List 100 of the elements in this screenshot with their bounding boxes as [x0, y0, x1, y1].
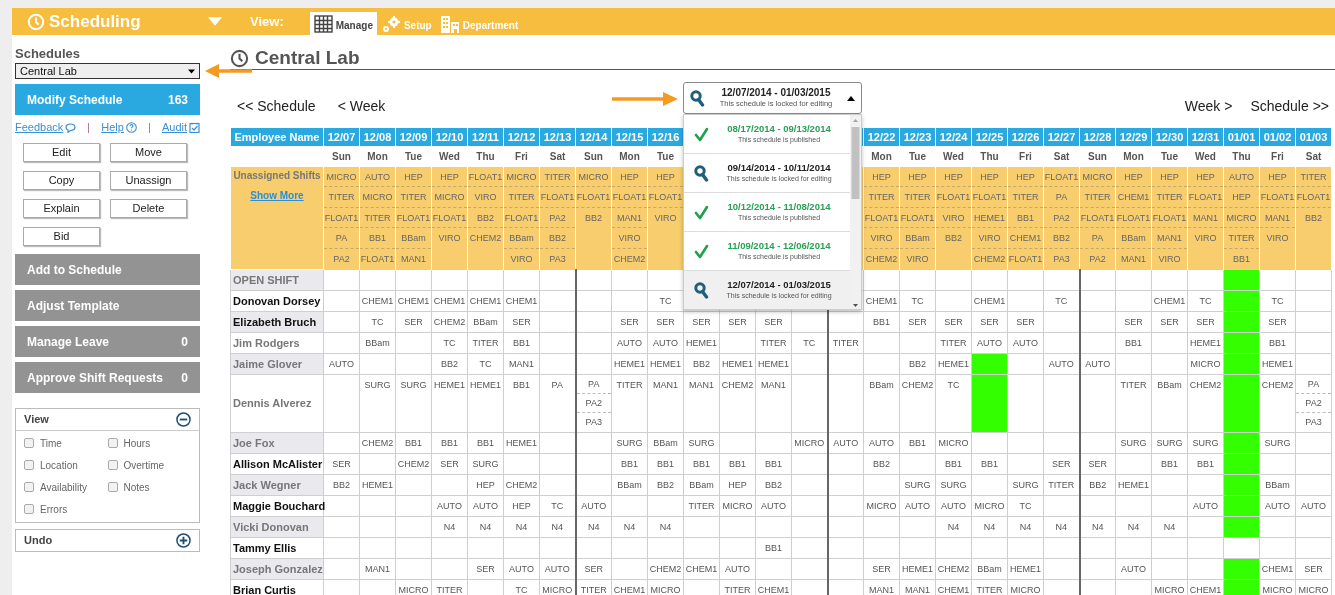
shift-cell[interactable]: SER — [863, 558, 900, 580]
shift-cell[interactable]: TC — [935, 374, 972, 433]
nav-link[interactable]: Schedule >> — [1250, 96, 1329, 112]
shift-cell[interactable]: SER — [431, 453, 468, 475]
shift-cell[interactable]: BB1 — [1259, 332, 1296, 354]
shift-cell[interactable]: SURG — [1187, 432, 1224, 454]
shift-entry[interactable]: VIRO — [432, 228, 467, 249]
shift-cell[interactable]: BB1 — [647, 453, 684, 475]
shift-entry[interactable]: FLOAT1 — [468, 166, 503, 187]
shift-cell[interactable]: SER — [1079, 453, 1116, 475]
shift-cell[interactable]: TITER — [935, 332, 972, 354]
shift-entry[interactable]: VIRO — [900, 248, 935, 269]
shift-entry[interactable]: VIRO — [504, 248, 539, 269]
shift-cell[interactable]: SER — [395, 311, 432, 333]
shift-cell[interactable]: HEME1 — [611, 353, 648, 375]
shift-entry[interactable]: TITER — [360, 207, 395, 228]
shift-entry[interactable]: HEP — [1008, 166, 1043, 187]
shift-entry[interactable]: TITER — [504, 187, 539, 208]
action-button[interactable]: Bid — [23, 227, 100, 246]
shift-entry[interactable]: PA3 — [1044, 248, 1079, 269]
shift-cell[interactable]: AUTO — [1187, 495, 1224, 517]
shift-entry[interactable]: PA — [1296, 375, 1331, 394]
shift-entry[interactable]: HEP — [1188, 166, 1223, 187]
checkbox[interactable] — [107, 438, 118, 448]
employee-name[interactable]: Dennis Alverez — [230, 374, 324, 433]
shift-cell[interactable]: BB2 — [863, 453, 900, 475]
shift-entry[interactable]: FLOAT1 — [936, 187, 971, 208]
shift-entry[interactable]: MAN1 — [612, 207, 647, 228]
shift-entry[interactable]: HEP — [396, 166, 431, 187]
action-button[interactable]: Explain — [23, 199, 100, 218]
shift-cell[interactable]: SER — [971, 311, 1008, 333]
shift-entry[interactable]: BB2 — [540, 228, 575, 249]
shift-cell[interactable]: AUTO — [863, 432, 900, 454]
employee-name[interactable]: Joseph Gonzalez — [230, 558, 324, 580]
shift-cell[interactable]: BBam — [1259, 474, 1296, 496]
shift-cell[interactable]: MAN1 — [647, 374, 684, 433]
shift-cell[interactable]: BB1 — [719, 453, 756, 475]
shift-cell[interactable]: BB1 — [503, 332, 540, 354]
shift-entry[interactable]: MAN1 — [396, 248, 431, 269]
shift-cell[interactable]: AUTO — [899, 495, 936, 517]
shift-cell[interactable]: CHEM1 — [863, 290, 900, 312]
shift-cell[interactable]: SURG — [1115, 432, 1152, 454]
shift-cell[interactable]: BB1 — [863, 311, 900, 333]
shift-entry[interactable]: PA2 — [324, 248, 359, 269]
shift-entry[interactable]: FLOAT1 — [576, 187, 611, 208]
shift-cell[interactable]: CHEM2 — [647, 558, 684, 580]
shift-cell[interactable]: SURG — [935, 474, 972, 496]
footer-link[interactable]: Audit — [161, 119, 200, 136]
shift-entry[interactable]: TITER — [1296, 166, 1331, 187]
shift-cell[interactable]: N4 — [503, 516, 540, 538]
shift-entry[interactable]: TITER — [1224, 228, 1259, 249]
checkbox[interactable] — [24, 460, 34, 470]
shift-entry[interactable]: MAN1 — [1116, 248, 1151, 269]
shift-cell[interactable]: AUTO — [1079, 353, 1116, 375]
schedule-select[interactable]: Central Lab — [15, 63, 200, 79]
shift-cell[interactable]: SER — [935, 311, 972, 333]
shift-entry[interactable]: BB2 — [936, 228, 971, 249]
shift-cell[interactable]: AUTO — [467, 495, 504, 517]
shift-cell[interactable]: TITER — [575, 579, 612, 595]
shift-entry[interactable]: HEP — [936, 166, 971, 187]
shift-cell[interactable]: BB1 — [431, 432, 468, 454]
shift-entry[interactable]: CHEM1 — [1008, 228, 1043, 249]
shift-entry[interactable]: VIRO — [468, 187, 503, 208]
shift-entry[interactable]: FLOAT1 — [1116, 207, 1151, 228]
shift-cell[interactable]: SER — [647, 311, 684, 333]
shift-cell[interactable]: BB1 — [611, 453, 648, 475]
shift-cell[interactable]: BB1 — [683, 453, 720, 475]
shift-cell[interactable]: BB1 — [755, 537, 792, 559]
shift-cell[interactable]: HEME1 — [647, 353, 684, 375]
shift-cell[interactable]: SURG — [359, 374, 396, 433]
shift-cell[interactable]: N4 — [431, 516, 468, 538]
shift-entry[interactable]: BB1 — [360, 228, 395, 249]
shift-cell[interactable]: N4 — [1151, 516, 1188, 538]
shift-entry[interactable]: MICRO — [576, 166, 611, 187]
shift-cell[interactable]: TITER — [1115, 374, 1152, 433]
shift-cell[interactable]: SER — [1259, 311, 1296, 333]
shift-entry[interactable]: MAN1 — [1260, 207, 1295, 228]
shift-cell[interactable]: SER — [323, 453, 360, 475]
shift-cell[interactable]: TITER — [611, 374, 648, 433]
action-button[interactable]: Unassign — [110, 171, 187, 190]
shift-entry[interactable]: MAN1 — [1188, 207, 1223, 228]
shift-cell[interactable]: SER — [683, 311, 720, 333]
shift-entry[interactable]: VIRO — [1260, 228, 1295, 249]
shift-cell[interactable]: BB1 — [1187, 453, 1224, 475]
shift-cell[interactable]: TITER — [467, 332, 504, 354]
shift-cell[interactable]: CHEM2 — [503, 474, 540, 496]
shift-cell[interactable]: HEME1 — [1259, 353, 1296, 375]
shift-cell[interactable]: MAN1 — [683, 374, 720, 433]
shift-entry[interactable]: TITER — [396, 187, 431, 208]
shift-entry[interactable]: FLOAT1 — [972, 187, 1007, 208]
shift-cell[interactable]: TITER — [683, 495, 720, 517]
shift-cell[interactable]: CHEM1 — [359, 290, 396, 312]
shift-entry[interactable]: VIRO — [864, 228, 899, 249]
shift-entry[interactable]: PA2 — [1044, 207, 1079, 228]
shift-cell[interactable]: SER — [1007, 311, 1044, 333]
checkbox[interactable] — [24, 482, 34, 492]
shift-entry[interactable]: FLOAT1 — [612, 187, 647, 208]
action-button[interactable]: Edit — [23, 143, 100, 162]
shift-entry[interactable]: HEP — [1152, 166, 1187, 187]
shift-cell[interactable]: BBam — [359, 332, 396, 354]
